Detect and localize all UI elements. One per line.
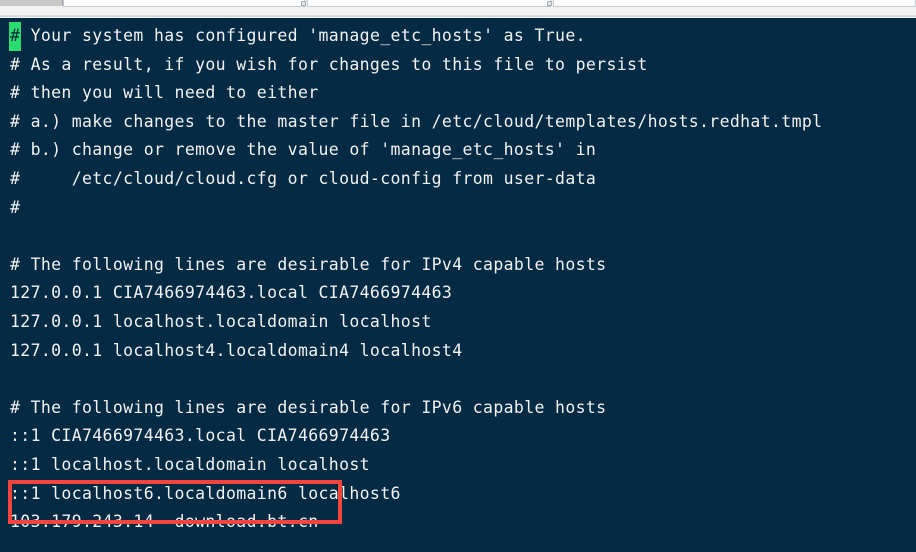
chrome-panel-three[interactable] bbox=[553, 0, 916, 7]
editor-line-text: ::1 CIA7466974463.local CIA7466974463 bbox=[10, 426, 391, 446]
editor-line[interactable]: # then you will need to either bbox=[10, 79, 910, 108]
editor-line[interactable]: # a.) make changes to the master file in… bbox=[10, 108, 910, 137]
editor-line-text bbox=[10, 369, 20, 388]
editor-line-text: 127.0.0.1 localhost4.localdomain4 localh… bbox=[10, 340, 463, 360]
editor-line-text: # bbox=[10, 197, 21, 217]
terminal-pane[interactable]: # Your system has configured 'manage_etc… bbox=[0, 18, 916, 552]
editor-line[interactable]: 103.179.243.14 download.bt.cn bbox=[10, 508, 910, 537]
editor-line-text: # /etc/cloud/cloud.cfg or cloud-config f… bbox=[10, 168, 597, 188]
chrome-resize-grip-two[interactable] bbox=[547, 1, 552, 6]
editor-line[interactable]: ::1 CIA7466974463.local CIA7466974463 bbox=[10, 422, 910, 451]
editor-line-text: # b.) change or remove the value of 'man… bbox=[10, 140, 597, 160]
editor-line-text: 127.0.0.1 CIA7466974463.local CIA7466974… bbox=[10, 283, 453, 303]
editor-line-text: 103.179.243.14 download.bt.cn bbox=[10, 512, 319, 532]
editor-line[interactable]: # The following lines are desirable for … bbox=[10, 251, 910, 280]
chrome-divider-rule bbox=[0, 15, 916, 17]
chrome-segment-left bbox=[0, 0, 63, 6]
editor-line-text: # a.) make changes to the master file in… bbox=[10, 111, 823, 131]
editor-line-text: # As a result, if you wish for changes t… bbox=[10, 54, 648, 74]
chrome-panel-one[interactable] bbox=[63, 0, 305, 7]
editor-line[interactable]: # bbox=[10, 194, 910, 223]
editor-line-text: # then you will need to either bbox=[10, 83, 319, 103]
editor-line-text bbox=[10, 541, 20, 552]
editor-line[interactable] bbox=[10, 365, 910, 394]
editor-line[interactable]: 127.0.0.1 localhost.localdomain localhos… bbox=[10, 308, 910, 337]
editor-line[interactable]: # Your system has configured 'manage_etc… bbox=[9, 22, 910, 51]
window-chrome-strip bbox=[0, 0, 916, 18]
editor-text-buffer[interactable]: # Your system has configured 'manage_etc… bbox=[9, 22, 910, 552]
editor-line-text: # The following lines are desirable for … bbox=[10, 254, 607, 274]
editor-line[interactable]: # /etc/cloud/cloud.cfg or cloud-config f… bbox=[10, 165, 910, 194]
editor-line[interactable]: 127.0.0.1 localhost4.localdomain4 localh… bbox=[10, 337, 910, 366]
chrome-resize-grip-one[interactable] bbox=[301, 1, 306, 6]
editor-line[interactable]: # The following lines are desirable for … bbox=[10, 394, 910, 423]
editor-line[interactable] bbox=[10, 222, 910, 251]
editor-line[interactable]: # b.) change or remove the value of 'man… bbox=[10, 136, 910, 165]
editor-line[interactable]: # As a result, if you wish for changes t… bbox=[10, 51, 910, 80]
screenshot-root: # Your system has configured 'manage_etc… bbox=[0, 0, 916, 552]
editor-line-text: ::1 localhost.localdomain localhost bbox=[10, 454, 370, 474]
editor-line[interactable]: ::1 localhost6.localdomain6 localhost6 bbox=[10, 480, 910, 509]
editor-line-text bbox=[10, 226, 20, 245]
editor-line[interactable] bbox=[10, 537, 910, 552]
editor-line[interactable]: 127.0.0.1 CIA7466974463.local CIA7466974… bbox=[10, 279, 910, 308]
editor-line[interactable]: ::1 localhost.localdomain localhost bbox=[10, 451, 910, 480]
editor-line-text: ::1 localhost6.localdomain6 localhost6 bbox=[10, 483, 401, 503]
editor-line-text: Your system has configured 'manage_etc_h… bbox=[20, 26, 586, 45]
editor-line-text: # The following lines are desirable for … bbox=[10, 397, 607, 417]
editor-line-text: 127.0.0.1 localhost.localdomain localhos… bbox=[10, 311, 432, 331]
chrome-panel-two[interactable] bbox=[307, 0, 551, 7]
